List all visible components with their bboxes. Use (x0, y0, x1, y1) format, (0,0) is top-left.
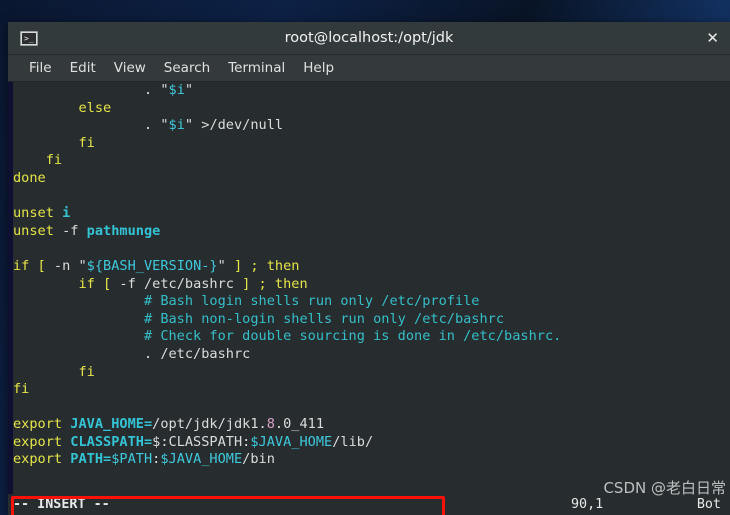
code-token: $JAVA_HOME (160, 451, 243, 468)
code-token: $JAVA_HOME (250, 433, 333, 450)
code-token: if [ (13, 275, 120, 292)
code-token: .0_411 (274, 416, 325, 433)
code-token: " (78, 257, 87, 274)
code-token: ${BASH_VERSION-} (86, 257, 218, 274)
terminal-line: fi (13, 135, 730, 153)
code-token: # Bash login shells run only /etc/profil… (13, 293, 480, 310)
code-token: # Bash non-login shells run only /etc/ba… (13, 310, 505, 327)
code-token: -n (53, 257, 79, 274)
code-token: CLASSPATH= (70, 433, 153, 450)
code-token: fi (13, 363, 95, 380)
code-token: # Check for double sourcing is done in /… (13, 328, 562, 345)
terminal-line: . "$i" (13, 82, 730, 100)
terminal-icon: >_ (20, 30, 38, 46)
code-token: . /etc/bashrc (13, 345, 251, 362)
terminal-line: . /etc/bashrc (13, 346, 730, 364)
terminal-line: # Check for double sourcing is done in /… (13, 328, 730, 346)
cursor-position: 90,1 (571, 497, 604, 512)
terminal-line: if [ -n "${BASH_VERSION-}" ] ; then (13, 258, 730, 276)
terminal-line: . "$i" >/dev/null (13, 117, 730, 135)
code-token: fi (13, 152, 63, 169)
code-token: 8 (266, 416, 275, 433)
terminal-line: export PATH=$PATH:$JAVA_HOME/bin (13, 451, 730, 469)
code-token: done (13, 169, 46, 186)
code-token: else (13, 99, 112, 116)
scroll-location: Bot (696, 497, 721, 512)
editor-text-area[interactable]: . "$i" else . "$i" >/dev/null fi fi done u… (13, 82, 730, 515)
code-token: JAVA_HOME= (70, 416, 153, 433)
code-token: " >/dev/null (184, 117, 284, 134)
terminal-line: unset i (13, 205, 730, 223)
terminal-line: fi (13, 152, 730, 170)
code-token: if [ (13, 257, 54, 274)
terminal-line: export CLASSPATH=$:CLASSPATH:$JAVA_HOME/… (13, 434, 730, 452)
terminal-line: # Bash login shells run only /etc/profil… (13, 293, 730, 311)
terminal-line: if [ -f /etc/bashrc ] ; then (13, 276, 730, 294)
code-token: /opt/jdk/jdk1. (152, 416, 267, 433)
window-title: root@localhost:/opt/jdk (284, 30, 454, 46)
terminal-window: >_ root@localhost:/opt/jdk ✕ File Edit V… (8, 22, 730, 515)
code-token: fi (13, 134, 95, 151)
terminal-line: fi (13, 381, 730, 399)
terminal-content[interactable]: . "$i" else . "$i" >/dev/null fi fi done u… (8, 82, 730, 515)
code-token: " (160, 82, 169, 98)
code-token: export (13, 416, 71, 433)
code-token: export (13, 451, 71, 468)
menu-item-terminal[interactable]: Terminal (219, 60, 294, 76)
terminal-line: done (13, 170, 730, 188)
code-token: ] ; then (242, 275, 308, 292)
menu-item-help[interactable]: Help (294, 60, 343, 76)
menu-bar: File Edit View Search Terminal Help (8, 55, 730, 82)
menu-item-view[interactable]: View (105, 60, 155, 76)
code-token: $i (168, 82, 185, 98)
terminal-line: fi (13, 364, 730, 382)
menu-item-file[interactable]: File (20, 60, 61, 76)
code-token: PATH= (70, 451, 112, 468)
code-token: $i (168, 117, 185, 134)
code-token: unset (13, 222, 63, 239)
menu-item-search[interactable]: Search (155, 60, 219, 76)
code-token: export (13, 433, 71, 450)
menu-item-edit[interactable]: Edit (61, 60, 105, 76)
code-token: $PATH (111, 451, 153, 468)
close-icon[interactable]: ✕ (706, 30, 719, 46)
code-token: /bin (242, 451, 275, 468)
code-token: " (184, 82, 194, 98)
terminal-line: else (13, 100, 730, 118)
code-token: -f (62, 222, 87, 239)
code-token: -f /etc/bashrc (119, 275, 243, 292)
code-token: pathmunge (86, 222, 161, 239)
code-token: $:CLASSPATH: (152, 433, 251, 450)
vim-status-bar: -- INSERT -- 90,1 Bot (8, 494, 730, 515)
code-token: ] ; then (234, 257, 300, 274)
code-token: " (217, 257, 234, 274)
code-token: fi (13, 381, 30, 398)
code-token: " (160, 117, 169, 134)
terminal-line: # Bash non-login shells run only /etc/ba… (13, 311, 730, 329)
terminal-line: unset -f pathmunge (13, 223, 730, 241)
terminal-line: export JAVA_HOME=/opt/jdk/jdk1.8.0_411 (13, 416, 730, 434)
code-token: . (13, 82, 161, 98)
code-token: /lib/ (332, 433, 374, 450)
code-token: unset (13, 205, 63, 222)
code-token: i (62, 205, 71, 222)
window-titlebar: >_ root@localhost:/opt/jdk ✕ (8, 22, 730, 55)
editor-mode-indicator: -- INSERT -- (13, 497, 110, 512)
code-token: . (13, 117, 161, 134)
